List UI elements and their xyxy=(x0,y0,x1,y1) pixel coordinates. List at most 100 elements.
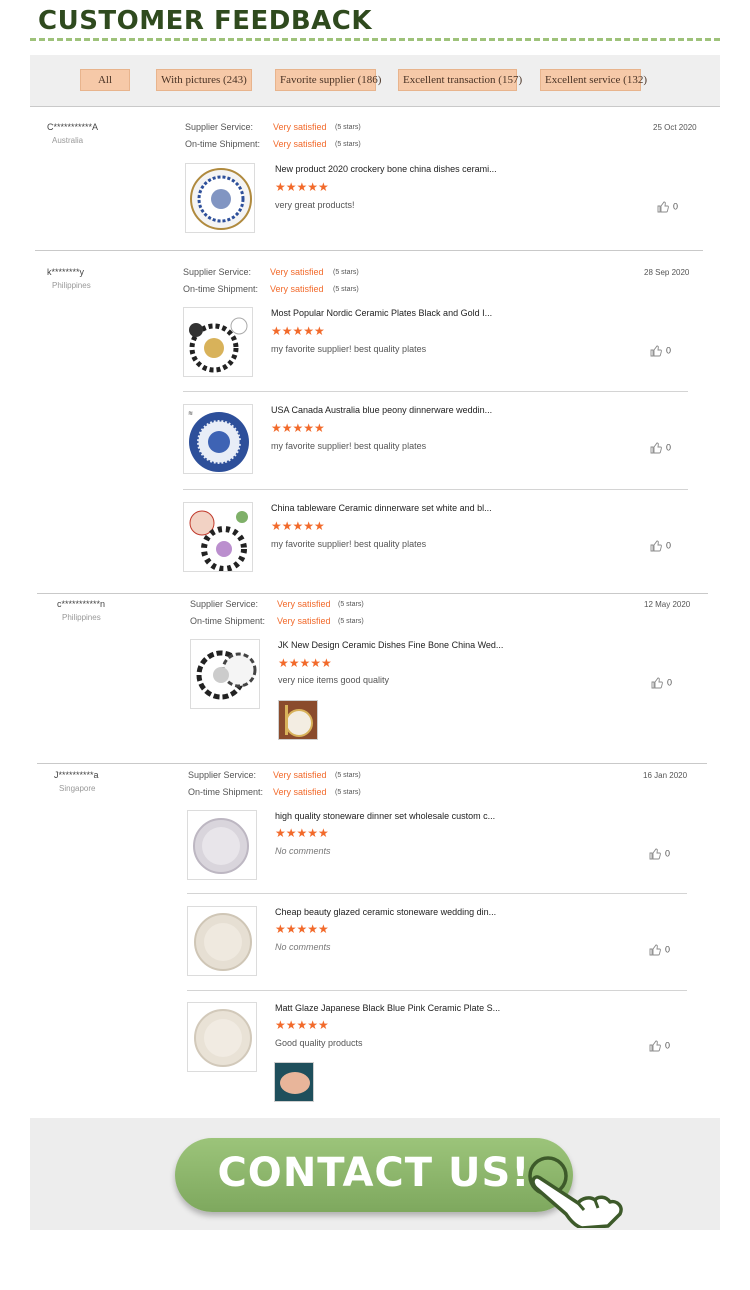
product-title-link[interactable]: Matt Glaze Japanese Black Blue Pink Cera… xyxy=(275,1003,500,1013)
like-button[interactable]: 0 xyxy=(657,201,678,213)
shipment-value: Very satisfied xyxy=(270,284,324,294)
like-count: 0 xyxy=(665,848,671,859)
thumbs-up-icon xyxy=(650,540,662,552)
product-title-link[interactable]: high quality stoneware dinner set wholes… xyxy=(275,811,495,821)
star-rating: ★★★★★ xyxy=(275,1018,329,1032)
filter-chip-excellent-transaction[interactable]: Excellent transaction (157) xyxy=(398,69,522,91)
like-count: 0 xyxy=(665,1040,671,1051)
filter-chip-favorite-supplier[interactable]: Favorite supplier (186) xyxy=(275,69,381,91)
supplier-service-label: Supplier Service: xyxy=(190,599,259,609)
star-rating: ★★★★★ xyxy=(275,180,329,194)
review-comment: very great products! xyxy=(275,200,355,210)
item-divider xyxy=(183,489,688,490)
shipment-value: Very satisfied xyxy=(273,787,327,797)
star-rating: ★★★★★ xyxy=(275,826,329,840)
like-button[interactable]: 0 xyxy=(649,944,670,956)
supplier-service-stars: (5 stars) xyxy=(338,601,364,608)
like-button[interactable]: 0 xyxy=(650,442,671,454)
supplier-service-stars: (5 stars) xyxy=(333,269,359,276)
reviewer-country: Singapore xyxy=(59,784,96,793)
reviewer-country: Philippines xyxy=(52,281,91,290)
review-date: 12 May 2020 xyxy=(644,600,691,609)
reviewer-country: Australia xyxy=(52,136,84,145)
star-rating: ★★★★★ xyxy=(271,421,325,435)
review-photo[interactable] xyxy=(278,700,318,740)
product-title-link[interactable]: Most Popular Nordic Ceramic Plates Black… xyxy=(271,308,492,318)
item-divider xyxy=(187,893,687,894)
filter-chip-excellent-service[interactable]: Excellent service (132) xyxy=(540,69,647,91)
supplier-service-stars: (5 stars) xyxy=(335,124,361,131)
shipment-label: On-time Shipment: xyxy=(183,284,259,294)
contact-us-label: CONTACT US! xyxy=(217,1150,531,1196)
supplier-service-value: Very satisfied xyxy=(273,770,327,780)
like-button[interactable]: 0 xyxy=(650,540,671,552)
thumbs-up-icon xyxy=(650,345,662,357)
plate-image xyxy=(196,650,257,700)
review-date: 28 Sep 2020 xyxy=(644,268,690,277)
product-thumbnail[interactable] xyxy=(183,502,253,572)
like-button[interactable]: 0 xyxy=(650,345,671,357)
review-date: 16 Jan 2020 xyxy=(643,771,688,780)
shipment-value: Very satisfied xyxy=(277,616,331,626)
plate-image xyxy=(194,1009,252,1067)
shipment-stars: (5 stars) xyxy=(338,618,364,625)
reviewer-name: J**********a xyxy=(54,770,99,780)
plate-image xyxy=(190,168,252,230)
review-divider xyxy=(35,250,703,251)
supplier-service-value: Very satisfied xyxy=(273,122,327,132)
filter-chip-with-pictures[interactable]: With pictures (243) xyxy=(156,69,252,91)
contact-section: CONTACT US! xyxy=(30,1118,720,1230)
like-button[interactable]: 0 xyxy=(651,677,672,689)
like-count: 0 xyxy=(667,677,673,688)
review-comment: Good quality products xyxy=(275,1038,363,1048)
header-dashed-divider xyxy=(30,38,720,41)
product-title-link[interactable]: Cheap beauty glazed ceramic stoneware we… xyxy=(275,907,496,917)
supplier-service-label: Supplier Service: xyxy=(188,770,257,780)
like-count: 0 xyxy=(673,201,679,212)
product-thumbnail[interactable] xyxy=(190,639,260,709)
review-photo[interactable] xyxy=(274,1062,314,1102)
review-comment: my favorite supplier! best quality plate… xyxy=(271,539,427,549)
shipment-label: On-time Shipment: xyxy=(185,139,261,149)
supplier-service-label: Supplier Service: xyxy=(183,267,252,277)
svg-text:≋: ≋ xyxy=(188,410,193,417)
thumbs-up-icon xyxy=(649,944,661,956)
product-title-link[interactable]: New product 2020 crockery bone china dis… xyxy=(275,164,497,174)
star-rating: ★★★★★ xyxy=(275,922,329,936)
product-thumbnail[interactable] xyxy=(187,1002,257,1072)
review-comment: very nice items good quality xyxy=(278,675,390,685)
like-button[interactable]: 0 xyxy=(649,848,670,860)
product-title-link[interactable]: JK New Design Ceramic Dishes Fine Bone C… xyxy=(278,640,503,650)
supplier-service-value: Very satisfied xyxy=(277,599,331,609)
review-divider xyxy=(37,593,708,594)
like-button[interactable]: 0 xyxy=(649,1040,670,1052)
like-count: 0 xyxy=(666,345,672,356)
contact-us-button[interactable]: CONTACT US! xyxy=(175,1138,573,1212)
supplier-service-stars: (5 stars) xyxy=(335,772,361,779)
thumbs-up-icon xyxy=(650,442,662,454)
product-thumbnail[interactable] xyxy=(187,906,257,976)
product-thumbnail[interactable] xyxy=(183,307,253,377)
review-comment: No comments xyxy=(275,846,331,856)
filter-bar: All With pictures (243) Favorite supplie… xyxy=(30,55,720,107)
filter-chip-all[interactable]: All xyxy=(80,69,130,91)
shipment-label: On-time Shipment: xyxy=(188,787,264,797)
like-count: 0 xyxy=(666,442,672,453)
product-title-link[interactable]: USA Canada Australia blue peony dinnerwa… xyxy=(271,405,492,415)
shipment-stars: (5 stars) xyxy=(335,789,361,796)
plate-image xyxy=(194,913,252,971)
review-photo-image xyxy=(279,701,317,739)
product-thumbnail[interactable] xyxy=(187,810,257,880)
thumbs-up-icon xyxy=(651,677,663,689)
product-thumbnail[interactable] xyxy=(185,163,255,233)
review-comment: my favorite supplier! best quality plate… xyxy=(271,441,427,451)
product-title-link[interactable]: China tableware Ceramic dinnerware set w… xyxy=(271,503,492,513)
page-title: CUSTOMER FEEDBACK xyxy=(38,6,372,36)
review-comment: No comments xyxy=(275,942,331,952)
star-rating: ★★★★★ xyxy=(271,519,325,533)
thumbs-up-icon xyxy=(657,201,669,213)
review-date: 25 Oct 2020 xyxy=(653,123,697,132)
product-thumbnail[interactable]: ≋ xyxy=(183,404,253,474)
supplier-service-label: Supplier Service: xyxy=(185,122,254,132)
plate-image xyxy=(189,317,248,373)
